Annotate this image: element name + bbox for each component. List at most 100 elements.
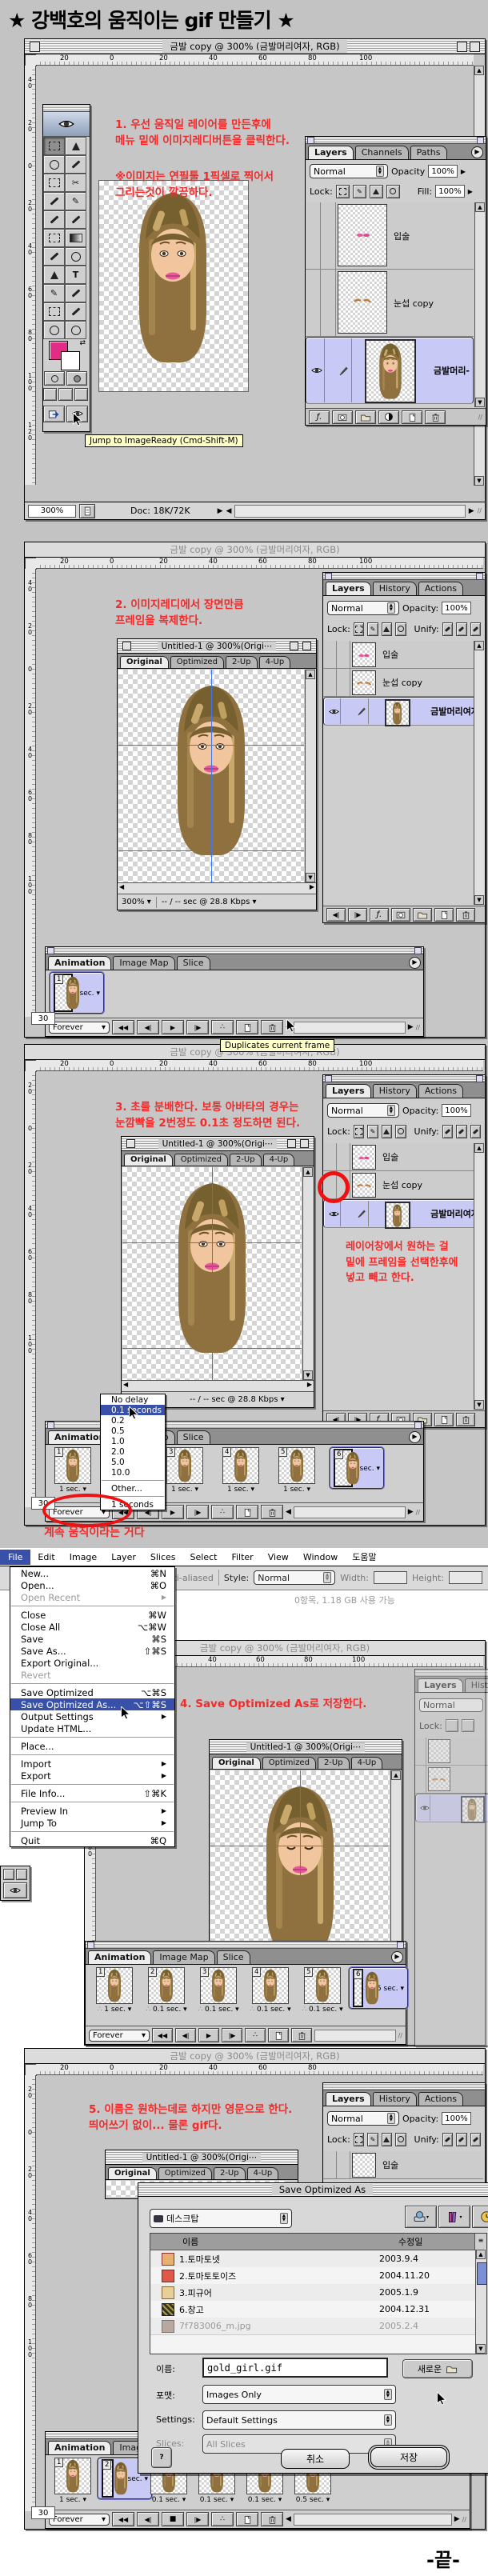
menu-item-file-info[interactable]: File Info...⇧⌘K (10, 1787, 174, 1799)
scroll-left-icon[interactable]: ◀ (286, 2515, 291, 2523)
slice-tool[interactable]: ✂ (65, 174, 86, 192)
palette-box-icon[interactable] (414, 947, 422, 954)
menu-item-revert[interactable]: Revert (10, 1669, 174, 1681)
previous-frame-button[interactable]: ◀| (326, 908, 346, 922)
doc-hscrollbar[interactable]: ◀ ▶ (118, 882, 316, 894)
tab-optimized[interactable]: Optimized (158, 2167, 212, 2179)
opacity-field[interactable]: 100% (442, 602, 471, 614)
lock-transparency-button[interactable] (336, 185, 350, 198)
duplicate-frame-button[interactable] (268, 2028, 289, 2042)
rewind-button[interactable]: ◀◀ (112, 1020, 134, 1034)
layer-row-goldhair[interactable] (415, 1794, 488, 1822)
shortcuts-button[interactable]: ▾ (405, 2206, 437, 2228)
play-button[interactable]: ▶ (162, 1020, 184, 1034)
frame-delay[interactable]: ∴ 0.1 sec. ▾ (297, 2006, 348, 2014)
menu-item-save-optimized[interactable]: Save Optimized⌥⌘S (10, 1686, 174, 1698)
palette-scrollbar[interactable]: ▲ ▼ (474, 1143, 485, 1410)
menu-item-close-all[interactable]: Close All⌥⌘W (10, 1621, 174, 1633)
unify-visibility-button[interactable] (456, 2133, 466, 2146)
blend-mode-select[interactable]: Normal (419, 1698, 483, 1712)
file-row[interactable]: 3.피규어 2005.1.9 (150, 2284, 475, 2302)
palette-box-icon[interactable] (477, 137, 484, 144)
tween-button[interactable]: ∴ (211, 1505, 234, 1519)
tab-history[interactable]: History (373, 582, 417, 595)
hscroll-track[interactable] (294, 1022, 406, 1034)
resize-grip-icon[interactable]: // (416, 1509, 420, 1516)
layer-row-goldhair[interactable]: 금발머리- (306, 337, 474, 404)
layer-style-button[interactable]: ƒ. (370, 908, 389, 922)
animation-frame[interactable]: 5 ∴ 0.1 sec. ▾ (297, 1967, 348, 2014)
format-select[interactable]: Images Only▲▼ (202, 2385, 396, 2404)
rewind-button[interactable]: ◀◀ (152, 2028, 173, 2042)
resize-grip-icon[interactable]: // (478, 414, 482, 421)
scroll-up-icon[interactable]: ▲ (391, 1770, 401, 1780)
step-forward-button[interactable]: |▶ (186, 1020, 209, 1034)
save-button[interactable]: 저장 (370, 2447, 447, 2467)
play-button[interactable]: ▶ (198, 2028, 219, 2042)
lock-image-button[interactable]: ✎ (367, 2133, 378, 2146)
tab-4up[interactable]: 4-Up (351, 1757, 383, 1769)
pen-tool[interactable]: ✎ (43, 284, 65, 302)
link-cell[interactable] (321, 202, 336, 269)
lock-position-button[interactable] (382, 622, 392, 636)
duplicate-frame-button[interactable] (236, 1020, 258, 1034)
file-row[interactable]: 2.토마토토이즈 2004.11.20 (150, 2267, 475, 2285)
doc-titlebar[interactable]: Untitled-1 @ 300%(Origi⋯ (122, 1137, 314, 1151)
tab-original[interactable]: Original (108, 2167, 157, 2179)
palette-box-icon[interactable] (47, 1422, 54, 1429)
visibility-toggle[interactable] (323, 641, 337, 668)
loop-select[interactable]: Forever▾ (49, 2514, 110, 2526)
palette-scrollbar[interactable]: ▲ ▼ (474, 202, 486, 407)
frame-delay[interactable]: 0.1 sec. ▾ (242, 2496, 288, 2504)
animation-frame[interactable]: 5 1 sec. ▾ (274, 1447, 320, 1494)
layer-style-button[interactable]: ƒ. (309, 410, 330, 424)
palette-box-icon[interactable] (414, 1422, 422, 1429)
palette-menu-icon[interactable]: ▶ (471, 146, 483, 158)
tab-original[interactable]: Original (120, 656, 169, 668)
window-titlebar[interactable]: 금발 copy @ 300% (금발머리여자, RGB) (25, 2049, 485, 2064)
resize-grip-icon[interactable]: // (462, 2516, 466, 2523)
opacity-field[interactable]: 100% (428, 165, 458, 178)
tween-button[interactable]: ∴ (211, 1020, 234, 1034)
doc-kbps[interactable]: -- / -- sec @ 28.8 Kbps ▾ (190, 1395, 285, 1404)
file-row[interactable]: 7f783006_m.jpg 2005.2.4 (150, 2318, 475, 2335)
tab-layers[interactable]: Layers (326, 582, 371, 595)
settings-select[interactable]: Default Settings▲▼ (202, 2410, 396, 2430)
tab-layers[interactable]: Layers (418, 1678, 463, 1692)
hand-tool[interactable] (43, 321, 65, 339)
menu-item-import[interactable]: Import▶ (10, 1758, 174, 1770)
healing-brush-tool[interactable] (43, 192, 65, 210)
frame-delay[interactable]: 1 sec. ▾ (162, 1486, 208, 1494)
tab-4up[interactable]: 4-Up (263, 1154, 295, 1166)
menu-item-quit[interactable]: Quit⌘Q (10, 1834, 174, 1846)
palette-menu-icon[interactable]: ▶ (409, 1431, 421, 1443)
resize-grip-icon[interactable]: // (398, 2032, 402, 2039)
unify-style-button[interactable] (470, 622, 481, 636)
sort-order-button[interactable]: ≡ (474, 2234, 486, 2250)
scroll-up-icon[interactable]: ▲ (303, 1167, 313, 1177)
scroll-up-icon[interactable]: ▲ (474, 641, 484, 650)
palette-drag-bar[interactable] (323, 2083, 485, 2090)
menu-item-place[interactable]: Place... (10, 1740, 174, 1752)
scroll-left-icon[interactable]: ◀ (123, 1381, 128, 1391)
layer-name[interactable]: 입술 (378, 1143, 398, 1170)
menu-layer[interactable]: Layer (104, 1550, 143, 1565)
menu-item-output-settings[interactable]: Output Settings▶ (10, 1710, 174, 1722)
marquee-tool[interactable] (43, 137, 65, 155)
zoom-tool[interactable] (65, 321, 86, 339)
layer-row-brows[interactable] (415, 1766, 488, 1794)
tab-optimized[interactable]: Optimized (262, 1757, 316, 1769)
layer-row-lips[interactable]: 입술 (323, 2151, 483, 2179)
link-cell[interactable] (337, 1143, 350, 1170)
menu-item-save-as[interactable]: Save As...⇧⌘S (10, 1645, 174, 1657)
visibility-toggle[interactable] (310, 338, 325, 402)
visibility-toggle[interactable] (306, 270, 321, 336)
palette-drag-bar[interactable] (86, 1942, 406, 1949)
rewind-button[interactable]: ◀◀ (112, 2512, 134, 2526)
layer-row-goldhair[interactable]: 금발머리여자 (323, 697, 483, 726)
palette-box-icon[interactable] (307, 137, 314, 144)
fill-field[interactable]: 100% (435, 185, 465, 198)
menu-item-export[interactable]: Export▶ (10, 1770, 174, 1782)
zoom-box-icon[interactable] (287, 1139, 296, 1148)
frame-delay[interactable]: 1 sec. ▾ (50, 2496, 96, 2504)
